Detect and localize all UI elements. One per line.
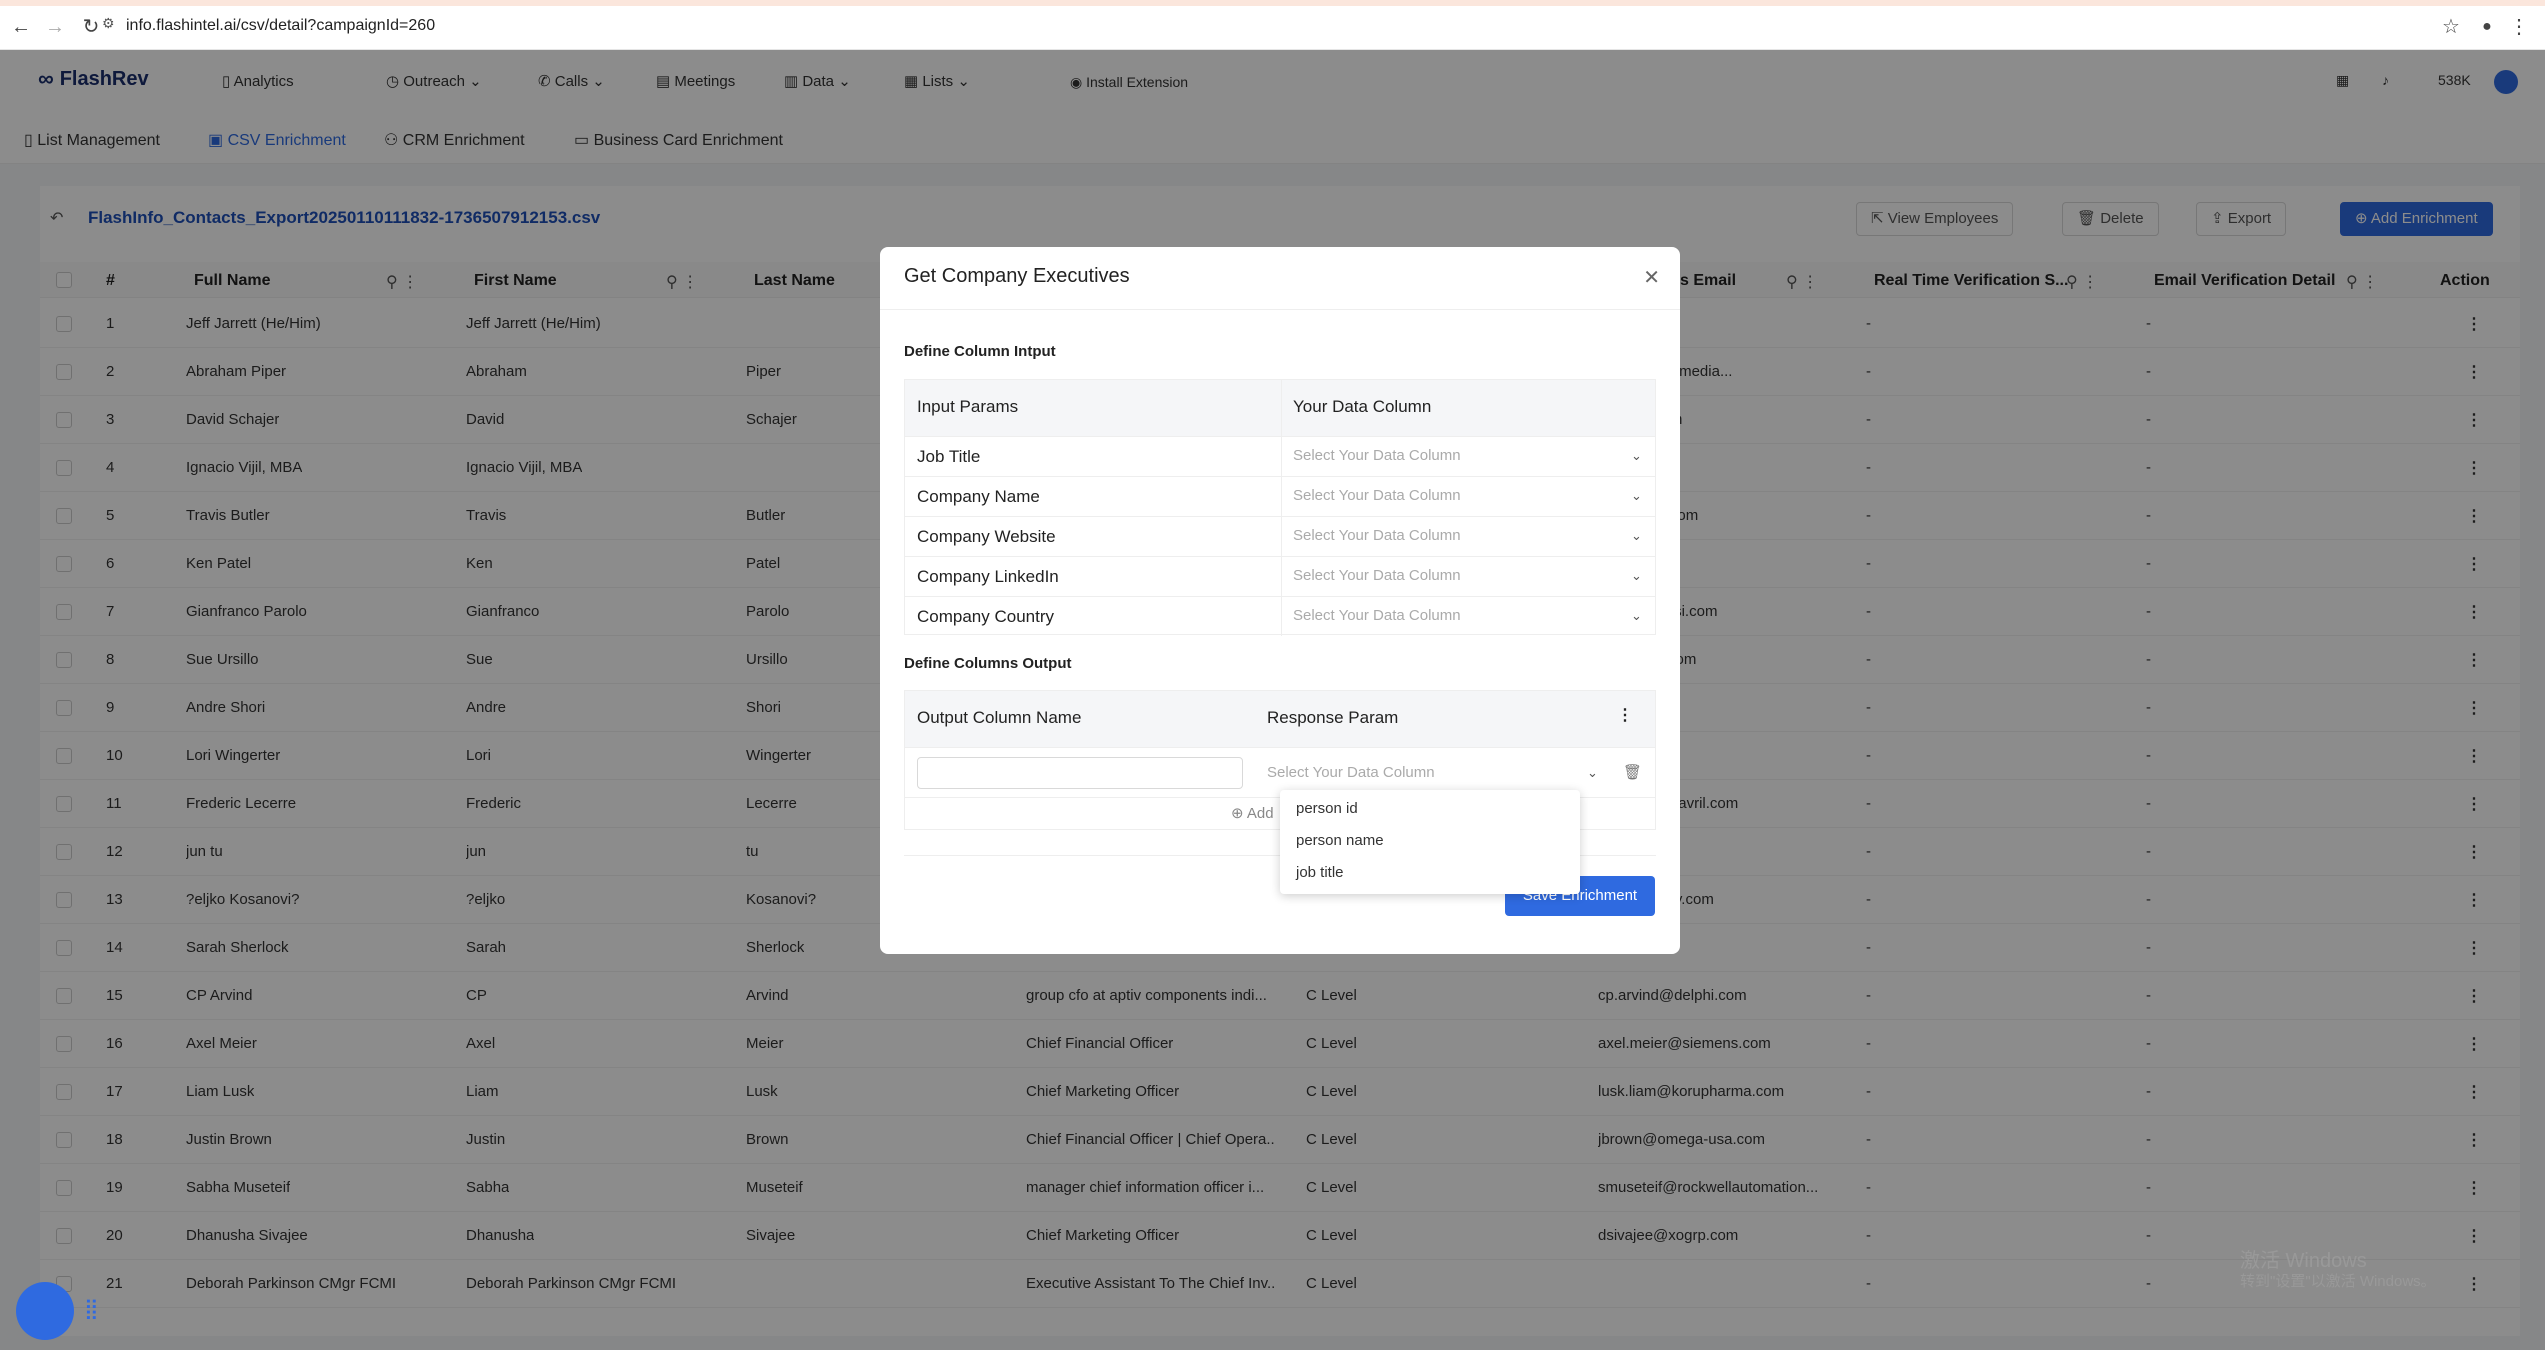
chevron-down-icon[interactable]: ⌄ — [1631, 568, 1642, 584]
modal-title: Get Company Executives — [904, 265, 1130, 287]
browser-menu-icon[interactable]: ⋮ — [2506, 14, 2532, 40]
input-param-label: Job Title — [917, 447, 981, 466]
reload-icon[interactable]: ↻ — [78, 14, 104, 40]
forward-icon[interactable]: → — [42, 14, 68, 40]
option-person-id[interactable]: person id — [1296, 800, 1358, 817]
modal-divider — [880, 309, 1680, 310]
input-params-table: Input Params Your Data Column Job Title S… — [904, 379, 1656, 636]
site-info-icon[interactable]: ⚙ — [102, 15, 115, 32]
row-divider — [905, 436, 1655, 437]
tab-strip — [0, 0, 2545, 6]
output-section-title: Define Columns Output — [904, 655, 1072, 672]
profile-icon[interactable]: ● — [2474, 14, 2500, 40]
input-param-label: Company Country — [917, 607, 1055, 626]
row-divider — [905, 747, 1655, 748]
bookmark-star-icon[interactable]: ☆ — [2438, 14, 2464, 40]
response-param-select[interactable]: Select Your Data Column — [1267, 764, 1435, 781]
windows-activation-title: 激活 Windows — [2240, 1250, 2367, 1272]
row-divider — [905, 556, 1655, 557]
windows-activation-subtitle: 转到"设置"以激活 Windows。 — [2240, 1273, 2436, 1290]
data-column-select[interactable]: Select Your Data Column — [1293, 527, 1461, 544]
add-label: Add — [1246, 805, 1274, 822]
output-column-name-header: Output Column Name — [917, 708, 1082, 727]
add-output-button[interactable]: ⊕ Add — [1231, 804, 1274, 822]
response-param-dropdown: person id person name job title — [1280, 790, 1580, 894]
column-divider — [1281, 380, 1282, 636]
chevron-down-icon[interactable]: ⌄ — [1631, 608, 1642, 624]
close-icon[interactable]: ✕ — [1643, 265, 1660, 290]
response-param-header: Response Param — [1267, 708, 1399, 727]
input-param-label: Company LinkedIn — [917, 567, 1059, 586]
output-more-icon[interactable]: ⋮ — [1617, 705, 1633, 725]
option-job-title[interactable]: job title — [1296, 864, 1344, 881]
data-column-header: Your Data Column — [1293, 397, 1432, 416]
input-param-label: Company Website — [917, 527, 1056, 546]
row-divider — [905, 476, 1655, 477]
drag-handle-icon[interactable]: ⣿ — [84, 1296, 99, 1321]
trash-icon[interactable]: 🗑 — [1623, 763, 1642, 781]
chevron-down-icon[interactable]: ⌄ — [1631, 528, 1642, 544]
output-column-name-input[interactable] — [917, 757, 1243, 789]
back-icon[interactable]: ← — [8, 14, 34, 40]
row-divider — [905, 516, 1655, 517]
data-column-select[interactable]: Select Your Data Column — [1293, 487, 1461, 504]
input-param-label: Company Name — [917, 487, 1040, 506]
row-divider — [905, 596, 1655, 597]
option-person-name[interactable]: person name — [1296, 832, 1384, 849]
data-column-select[interactable]: Select Your Data Column — [1293, 607, 1461, 624]
input-section-title: Define Column Intput — [904, 343, 1056, 360]
chevron-down-icon[interactable]: ⌄ — [1587, 765, 1598, 781]
address-bar[interactable]: info.flashintel.ai/csv/detail?campaignId… — [126, 14, 435, 38]
data-column-select[interactable]: Select Your Data Column — [1293, 567, 1461, 584]
browser-toolbar: ← → ↻ ⚙ info.flashintel.ai/csv/detail?ca… — [0, 0, 2545, 50]
chevron-down-icon[interactable]: ⌄ — [1631, 448, 1642, 464]
data-column-select[interactable]: Select Your Data Column — [1293, 447, 1461, 464]
chat-support-button[interactable] — [16, 1282, 74, 1340]
input-params-header: Input Params — [917, 397, 1019, 416]
chevron-down-icon[interactable]: ⌄ — [1631, 488, 1642, 504]
